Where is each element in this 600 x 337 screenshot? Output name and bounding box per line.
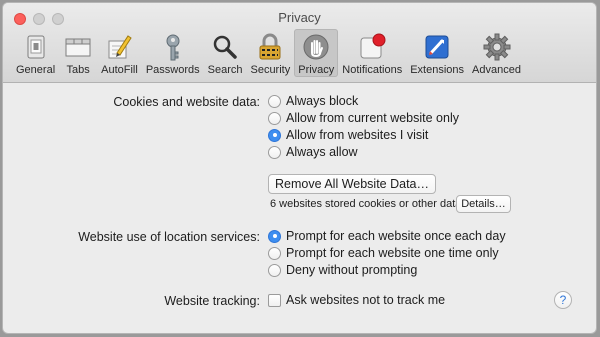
tab-advanced[interactable]: Advanced (468, 29, 525, 77)
cookies-option-label: Always block (286, 94, 359, 108)
radio-button[interactable] (268, 94, 281, 108)
tab-notifications-label: Notifications (342, 64, 403, 76)
puzzle-icon (422, 32, 452, 62)
radio-button[interactable] (268, 145, 281, 159)
tab-privacy[interactable]: Privacy (294, 29, 339, 77)
tab-search-label: Search (207, 64, 243, 76)
tabs-icon (63, 32, 93, 62)
tab-passwords[interactable]: Passwords (142, 29, 204, 77)
radio-button[interactable] (268, 246, 281, 260)
tab-advanced-label: Advanced (472, 64, 521, 76)
remove-all-website-data-button[interactable]: Remove All Website Data… (268, 174, 436, 194)
cookies-option-current-website[interactable]: Allow from current website only (268, 111, 459, 125)
cookies-label: Cookies and website data: (113, 95, 260, 109)
tab-notifications[interactable]: Notifications (338, 29, 406, 77)
tab-tabs-label: Tabs (66, 64, 90, 76)
tab-autofill[interactable]: AutoFill (97, 29, 142, 77)
key-icon (158, 32, 188, 62)
do-not-track-option[interactable]: Ask websites not to track me (268, 293, 445, 307)
radio-button[interactable] (268, 263, 281, 277)
tab-security-label: Security (250, 64, 291, 76)
help-button[interactable]: ? (554, 291, 572, 309)
title-bar: Privacy General Tabs AutoFill Passwords … (3, 3, 596, 83)
general-icon (21, 32, 51, 62)
lock-icon (255, 32, 285, 62)
location-services-label: Website use of location services: (78, 230, 260, 244)
cookies-option-label: Allow from current website only (286, 111, 459, 125)
website-tracking-label: Website tracking: (164, 294, 260, 308)
tab-search[interactable]: Search (204, 29, 247, 77)
location-option-deny[interactable]: Deny without prompting (268, 263, 417, 277)
tab-passwords-label: Passwords (145, 64, 200, 76)
stored-cookies-text: 6 websites stored cookies or other data (270, 198, 462, 210)
tab-general[interactable]: General (12, 29, 59, 77)
location-option-label: Prompt for each website once each day (286, 229, 506, 243)
cookies-option-websites-visited[interactable]: Allow from websites I visit (268, 128, 428, 142)
location-option-one-time-only[interactable]: Prompt for each website one time only (268, 246, 499, 260)
notification-icon (357, 32, 387, 62)
tab-autofill-label: AutoFill (101, 64, 138, 76)
tab-tabs[interactable]: Tabs (59, 29, 97, 77)
cookies-option-label: Always allow (286, 145, 358, 159)
location-option-label: Deny without prompting (286, 263, 418, 277)
magnifier-icon (210, 32, 240, 62)
gear-icon (482, 32, 512, 62)
window-title: Privacy (278, 10, 321, 25)
do-not-track-checkbox[interactable] (268, 293, 281, 307)
cookies-option-always-block[interactable]: Always block (268, 94, 358, 108)
tab-extensions-label: Extensions (410, 64, 465, 76)
preferences-window: Privacy General Tabs AutoFill Passwords … (3, 3, 596, 333)
preferences-toolbar: General Tabs AutoFill Passwords Search S… (12, 29, 525, 77)
radio-button-selected[interactable] (268, 128, 281, 142)
tab-security[interactable]: Security (246, 29, 294, 77)
do-not-track-label: Ask websites not to track me (286, 293, 446, 307)
tab-extensions[interactable]: Extensions (406, 29, 468, 77)
cookies-option-label: Allow from websites I visit (286, 128, 429, 142)
cookies-option-always-allow[interactable]: Always allow (268, 145, 358, 159)
details-button[interactable]: Details… (456, 195, 511, 213)
hand-icon (301, 32, 331, 62)
tab-privacy-label: Privacy (298, 64, 335, 76)
privacy-pane: Cookies and website data: Always block A… (3, 84, 596, 333)
tab-general-label: General (16, 64, 56, 76)
location-option-once-each-day[interactable]: Prompt for each website once each day (268, 229, 506, 243)
location-option-label: Prompt for each website one time only (286, 246, 499, 260)
autofill-icon (104, 32, 134, 62)
radio-button[interactable] (268, 111, 281, 125)
radio-button-selected[interactable] (268, 229, 281, 243)
